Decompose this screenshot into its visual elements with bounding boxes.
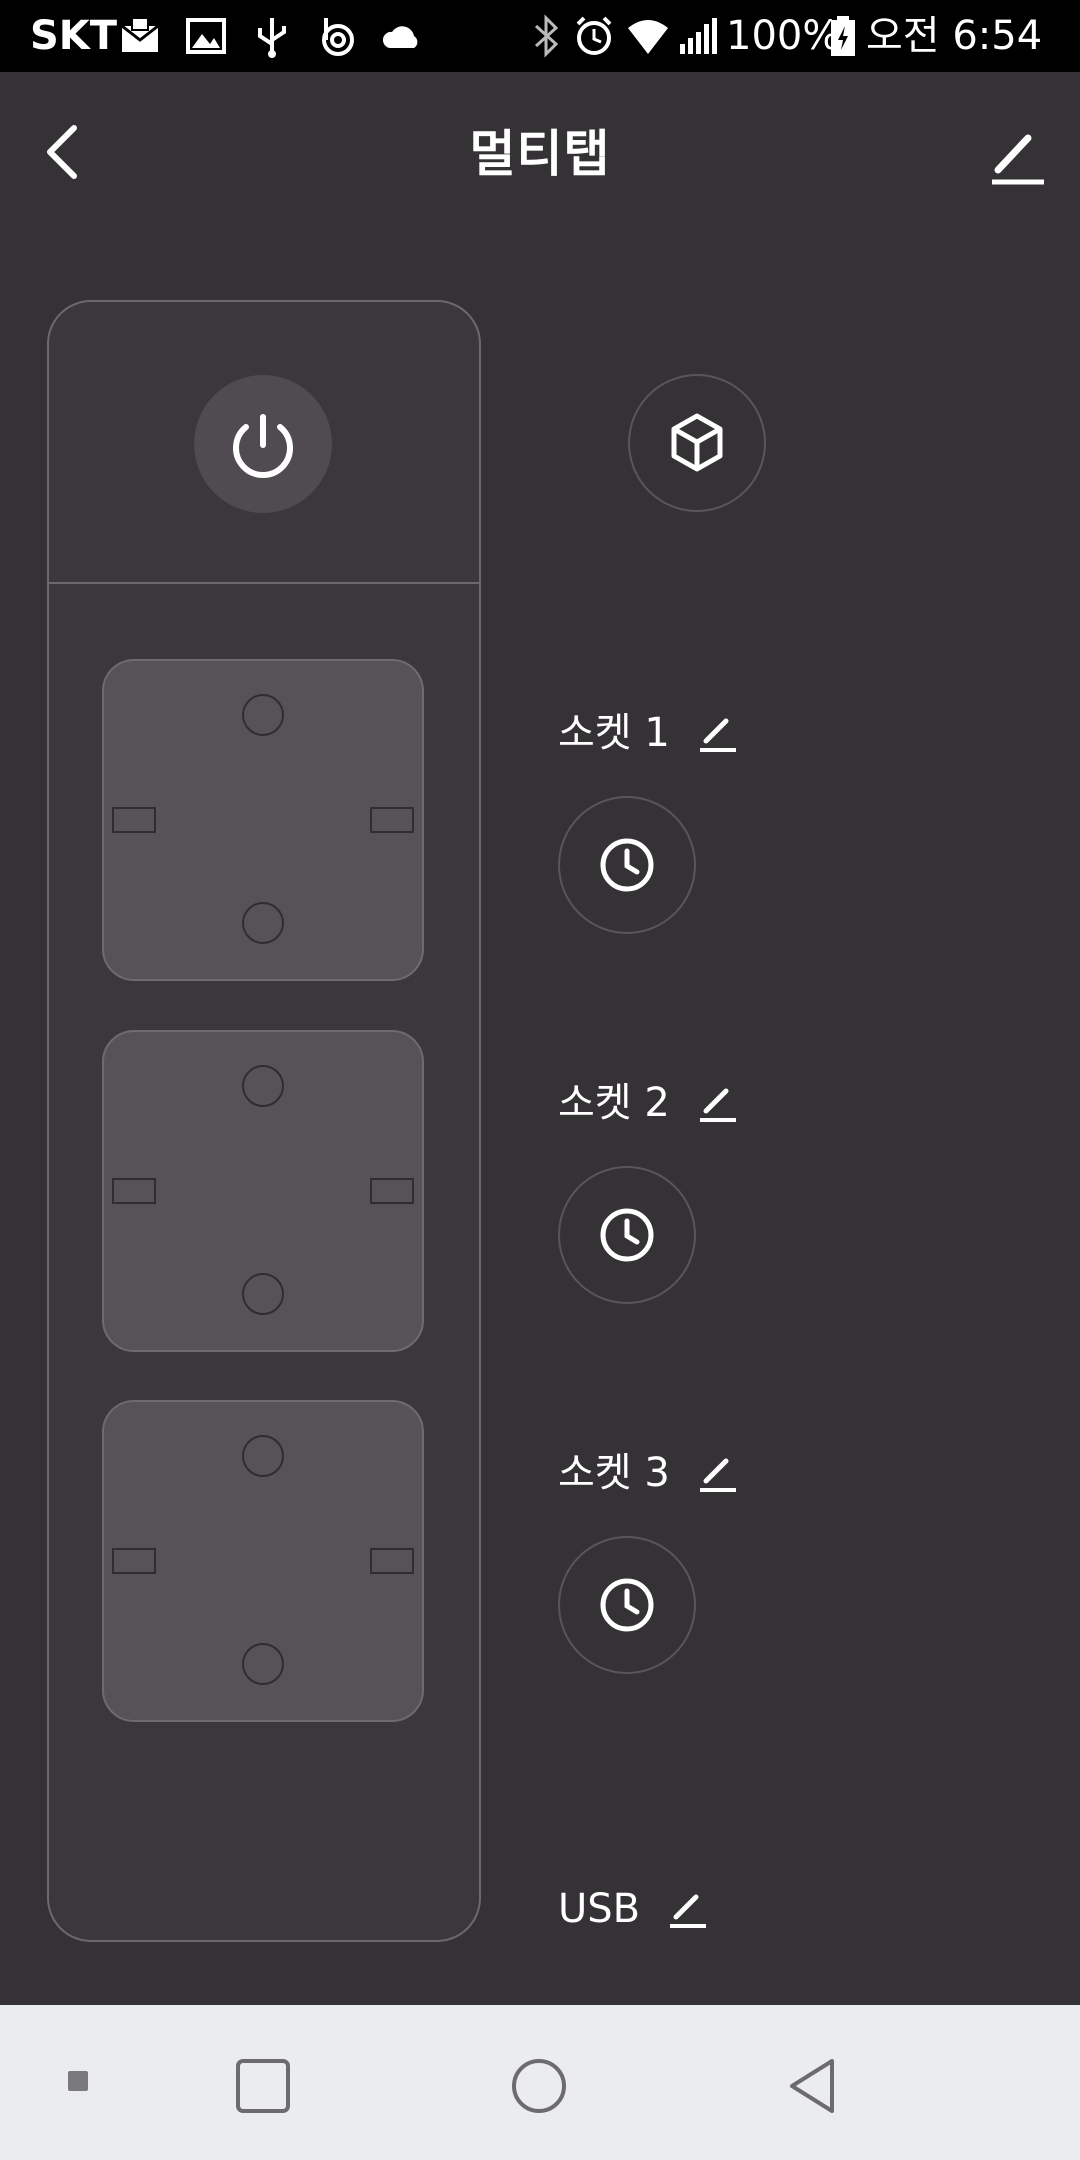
- cube-icon: [671, 413, 723, 472]
- usb-icon: [258, 18, 286, 58]
- socket-3-edit-pencil-icon[interactable]: [698, 1453, 738, 1493]
- outlet-slot: [370, 1178, 414, 1204]
- outlet-hole: [242, 1065, 284, 1107]
- socket-2-timer-button[interactable]: [558, 1166, 696, 1304]
- usb-label: USB: [558, 1886, 641, 1932]
- socket-1-label: 소켓 1: [558, 710, 670, 756]
- wifi-icon: [628, 20, 668, 54]
- power-button[interactable]: [194, 375, 332, 513]
- page-title: 멀티탭: [469, 125, 611, 183]
- dot-icon[interactable]: [64, 2067, 92, 2095]
- socket-3-timer-button[interactable]: [558, 1536, 696, 1674]
- recents-square-icon[interactable]: [232, 2055, 294, 2117]
- outlet-slot: [112, 1178, 156, 1204]
- cloud-icon: [382, 26, 418, 48]
- outlet-hole: [242, 1643, 284, 1685]
- outlet-hole: [242, 1435, 284, 1477]
- socket-1-outlet[interactable]: [102, 659, 424, 981]
- outlet-hole: [242, 1273, 284, 1315]
- clock-time: 오전 6:54: [866, 13, 1043, 59]
- alarm-icon: [576, 16, 612, 55]
- strip-divider: [49, 582, 479, 584]
- system-nav-bar: [0, 2005, 1080, 2160]
- back-triangle-icon[interactable]: [782, 2055, 844, 2117]
- multitap-strip: [47, 300, 481, 1942]
- outlet-slot: [112, 1548, 156, 1574]
- clock-icon: [600, 838, 654, 892]
- battery-icon: [831, 16, 855, 56]
- outlet-slot: [370, 807, 414, 833]
- socket-1-timer-button[interactable]: [558, 796, 696, 934]
- usb-edit-pencil-icon[interactable]: [668, 1889, 708, 1929]
- socket-3-outlet[interactable]: [102, 1400, 424, 1722]
- power-icon: [233, 414, 293, 478]
- outlet-slot: [112, 807, 156, 833]
- socket-3-label-row: 소켓 3: [558, 1443, 738, 1503]
- outlet-hole: [242, 694, 284, 736]
- carrier-label: SKT: [30, 13, 118, 59]
- socket-2-label-row: 소켓 2: [558, 1073, 738, 1133]
- home-circle-icon[interactable]: [508, 2055, 570, 2117]
- clock-icon: [600, 1578, 654, 1632]
- gallery-icon: [186, 18, 226, 54]
- status-bar: SKT 100% 오전 6:54: [0, 0, 1080, 72]
- socket-1-label-row: 소켓 1: [558, 703, 738, 763]
- socket-1-edit-pencil-icon[interactable]: [698, 713, 738, 753]
- battery-percent: 100%: [726, 13, 841, 59]
- app-header: 멀티탭: [0, 72, 1080, 242]
- socket-3-label: 소켓 3: [558, 1450, 670, 1496]
- signal-icon: [680, 18, 717, 54]
- clock-icon: [600, 1208, 654, 1262]
- edit-pencil-icon[interactable]: [988, 126, 1048, 186]
- usb-label-row: USB: [558, 1879, 708, 1939]
- mail-notification-icon: [121, 17, 159, 52]
- outlet-slot: [370, 1548, 414, 1574]
- mode-button[interactable]: [628, 374, 766, 512]
- socket-2-label: 소켓 2: [558, 1080, 670, 1126]
- beats-icon: [322, 18, 354, 56]
- socket-2-outlet[interactable]: [102, 1030, 424, 1352]
- outlet-hole: [242, 902, 284, 944]
- socket-2-edit-pencil-icon[interactable]: [698, 1083, 738, 1123]
- bluetooth-icon: [534, 14, 559, 58]
